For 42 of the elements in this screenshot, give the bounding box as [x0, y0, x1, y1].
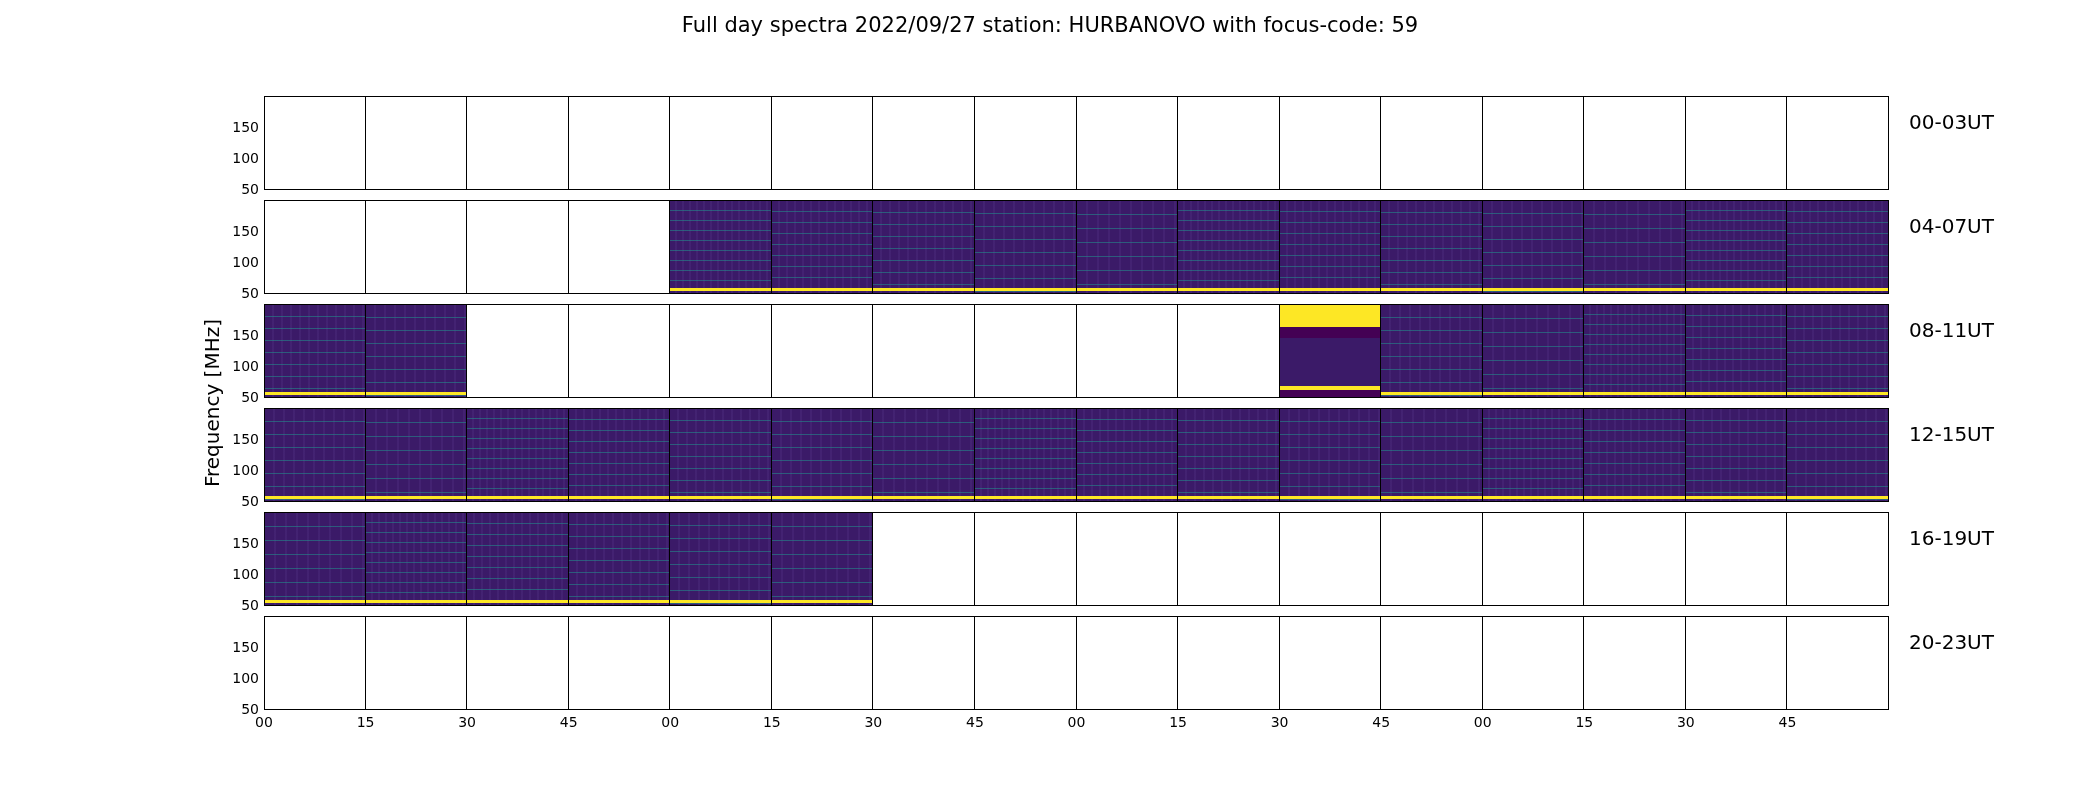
x-tick-label: 45 — [1372, 714, 1391, 730]
y-tick-label: 100 — [232, 462, 259, 478]
row-label: 04-07UT — [1909, 214, 1994, 238]
x-tick-label: 30 — [458, 714, 477, 730]
y-tick-label: 50 — [241, 389, 259, 405]
row-label: 12-15UT — [1909, 422, 1994, 446]
row-label: 08-11UT — [1909, 318, 1994, 342]
x-tick-label: 15 — [1575, 714, 1594, 730]
y-tick-label: 150 — [232, 639, 259, 655]
y-tick-label: 150 — [232, 327, 259, 343]
figure-title: Full day spectra 2022/09/27 station: HURBANOVO with focus-code: 59 — [681, 12, 1419, 38]
y-tick-label: 150 — [232, 431, 259, 447]
x-tick-label: 00 — [1473, 714, 1492, 730]
x-tick-label: 30 — [1676, 714, 1695, 730]
x-tick-label: 45 — [1778, 714, 1797, 730]
row-label: 16-19UT — [1909, 526, 1994, 550]
y-axis-label: Frequency [MHz] — [200, 318, 224, 488]
y-tick-label: 50 — [241, 181, 259, 197]
x-tick-label: 00 — [661, 714, 680, 730]
y-tick-label: 100 — [232, 254, 259, 270]
y-tick-label: 50 — [241, 493, 259, 509]
x-tick-label: 45 — [559, 714, 578, 730]
y-tick-label: 50 — [241, 701, 259, 717]
y-tick-label: 100 — [232, 670, 259, 686]
y-tick-label: 50 — [241, 597, 259, 613]
y-tick-label: 150 — [232, 119, 259, 135]
y-tick-label: 150 — [232, 223, 259, 239]
y-tick-label: 100 — [232, 566, 259, 582]
y-tick-label: 50 — [241, 285, 259, 301]
x-tick-label: 30 — [1270, 714, 1289, 730]
x-tick-label: 00 — [1067, 714, 1086, 730]
y-tick-label: 150 — [232, 535, 259, 551]
y-tick-label: 100 — [232, 150, 259, 166]
y-tick-label: 100 — [232, 358, 259, 374]
x-tick-label: 15 — [1169, 714, 1187, 730]
x-tick-label: 30 — [864, 714, 883, 730]
row-label: 20-23UT — [1909, 630, 1994, 654]
x-tick-label: 15 — [356, 714, 375, 730]
x-tick-label: 00 — [255, 714, 273, 730]
x-tick-label: 45 — [966, 714, 984, 730]
row-label: 00-03UT — [1909, 110, 1994, 134]
x-tick-label: 15 — [762, 714, 781, 730]
